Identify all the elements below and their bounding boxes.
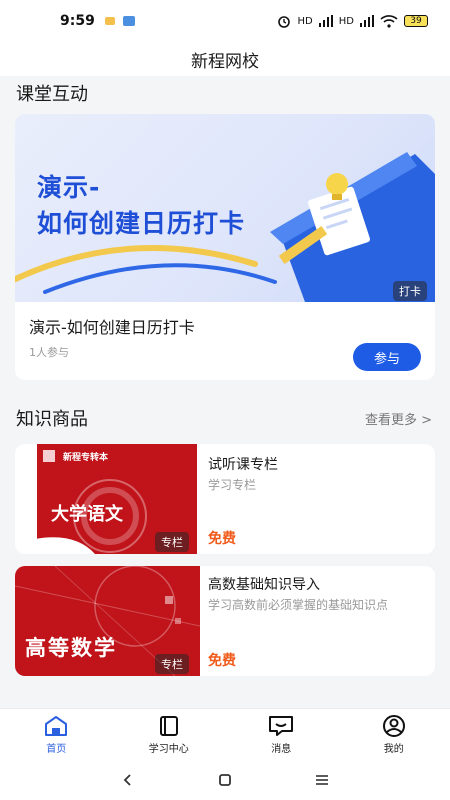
back-icon[interactable] (121, 773, 135, 787)
wifi-icon (380, 14, 398, 28)
tab-label: 消息 (271, 743, 292, 755)
tab-learning-center[interactable]: 学习中心 (113, 709, 226, 760)
tab-home[interactable]: 首页 (0, 709, 113, 760)
column-tag: 专栏 (155, 654, 189, 674)
banner-line-1: 演示- (37, 173, 101, 202)
product-card-2[interactable]: 高等数学 专栏 高数基础知识导入 学习高数前必须掌握的基础知识点 免费 (15, 566, 435, 676)
tab-label: 学习中心 (148, 743, 189, 755)
banner-line-2: 如何创建日历打卡 (37, 209, 246, 238)
tab-label: 首页 (46, 743, 67, 755)
view-more-link[interactable]: 查看更多 > (365, 409, 432, 428)
product-thumbnail-2[interactable]: 高等数学 专栏 (15, 566, 200, 676)
network-label-1: HD (297, 15, 313, 27)
column-tag: 专栏 (155, 532, 189, 552)
knowledge-section-title: 知识商品 (16, 409, 88, 430)
app-header: 新程网校 (0, 42, 450, 76)
user-icon (382, 714, 405, 737)
signal-icon (318, 15, 333, 27)
checkin-tag: 打卡 (393, 281, 427, 301)
product-thumbnail-1[interactable]: 新程专转本 大学语文 专栏 (15, 444, 200, 554)
message-icon (269, 715, 294, 736)
alarm-icon (277, 16, 290, 28)
book-icon (159, 715, 178, 736)
status-time: 9:59 (60, 13, 95, 29)
status-bar: 9:59 HD HD 39 (0, 0, 450, 42)
classroom-section-title: 课堂互动 (16, 84, 88, 105)
tab-label: 我的 (383, 743, 404, 755)
product-title[interactable]: 高数基础知识导入 (208, 574, 320, 594)
product-price: 免费 (208, 531, 236, 547)
home-icon (45, 715, 68, 736)
tab-profile[interactable]: 我的 (338, 709, 450, 760)
system-nav-bar (0, 760, 450, 800)
classroom-banner[interactable]: 演示- 如何创建日历打卡 打卡 (15, 114, 435, 302)
product-card-1[interactable]: 新程专转本 大学语文 专栏 试听课专栏 学习专栏 免费 (15, 444, 435, 554)
battery-indicator: 39 (404, 15, 428, 27)
bottom-tab-bar: 首页 学习中心 消息 我的 (0, 708, 450, 760)
tab-messages[interactable]: 消息 (225, 709, 338, 760)
classroom-item-title[interactable]: 演示-如何创建日历打卡 (29, 314, 195, 338)
app-notification-icon (122, 16, 135, 26)
app-title: 新程网校 (191, 51, 259, 72)
status-icons: HD HD 39 (276, 14, 428, 28)
product-price: 免费 (208, 653, 236, 669)
signal-icon-2 (360, 15, 374, 27)
product-subtitle: 学习高数前必须掌握的基础知识点 (208, 598, 389, 612)
classroom-card[interactable]: 演示- 如何创建日历打卡 打卡 演示-如何创建日历打卡 1人参与 参与 (15, 114, 435, 380)
product-title[interactable]: 试听课专栏 (208, 454, 278, 474)
thumb-caption: 大学语文 (51, 504, 123, 525)
notification-icon (104, 17, 115, 25)
product-subtitle: 学习专栏 (208, 478, 257, 492)
network-label-2: HD (338, 15, 354, 27)
thumb-caption: 高等数学 (25, 636, 117, 660)
banner-text: 演示- 如何创建日历打卡 (37, 170, 245, 242)
join-button[interactable]: 参与 (353, 343, 421, 371)
thumb-header-text: 新程专转本 (63, 453, 109, 463)
participant-count: 1人参与 (29, 346, 69, 359)
home-square-icon[interactable] (218, 773, 232, 787)
menu-icon[interactable] (315, 773, 329, 787)
